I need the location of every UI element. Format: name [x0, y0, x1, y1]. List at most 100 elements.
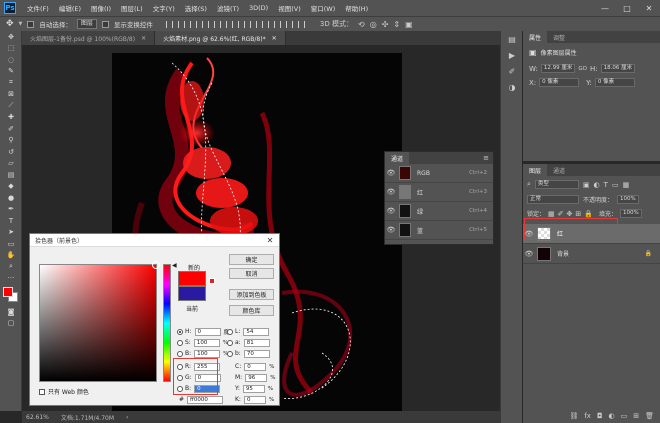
- menu-select[interactable]: 选择(S): [180, 3, 212, 13]
- height-input[interactable]: 18.06 厘米: [600, 64, 636, 73]
- add-to-swatches-button[interactable]: 添加到色板: [229, 289, 274, 300]
- distribute-bottom-icon[interactable]: [261, 20, 269, 28]
- x-input[interactable]: 0 像素: [539, 78, 580, 87]
- visibility-eye-icon[interactable]: 👁: [523, 250, 535, 258]
- hue-slider[interactable]: [163, 264, 171, 382]
- channels-panel-title[interactable]: 通道: [385, 152, 410, 164]
- delete-layer-icon[interactable]: 🗑: [645, 412, 654, 420]
- brush-tool-icon[interactable]: ✐: [0, 123, 22, 135]
- channel-row-blue[interactable]: 👁 蓝 Ctrl+5: [385, 221, 493, 240]
- layer-style-icon[interactable]: fx: [584, 412, 591, 420]
- tab-layers[interactable]: 图层: [523, 164, 548, 176]
- color-field-marker-icon[interactable]: [152, 261, 160, 269]
- dialog-close-icon[interactable]: ✕: [261, 234, 279, 246]
- hue-input[interactable]: 0: [194, 327, 221, 336]
- saturation-radio[interactable]: [177, 339, 183, 346]
- menu-view[interactable]: 视图(V): [273, 3, 306, 13]
- current-color-swatch[interactable]: [178, 286, 206, 301]
- status-arrow-icon[interactable]: ›: [126, 414, 128, 421]
- layer-kind-filter[interactable]: 类型: [534, 180, 579, 189]
- maximize-button[interactable]: □: [616, 0, 638, 16]
- tab-document-2[interactable]: 火焰素材.png @ 62.6%(红, RGB/8)* ✕: [155, 31, 286, 45]
- tab-document-1[interactable]: 火焰图层-1备份.psd @ 100%(RGB/8) ✕: [22, 31, 156, 45]
- saturation-input[interactable]: 100: [193, 338, 220, 347]
- new-layer-icon[interactable]: ⊞: [633, 412, 639, 420]
- foreground-background-swatches[interactable]: [0, 284, 22, 306]
- history-panel-icon[interactable]: ▤: [501, 31, 523, 47]
- adjustment-layer-icon[interactable]: ◐: [609, 412, 615, 420]
- add-mask-icon[interactable]: ◘: [597, 412, 603, 420]
- more-tools-icon[interactable]: ···: [0, 273, 22, 285]
- 3d-scale-icon[interactable]: ▣: [405, 20, 413, 29]
- link-dimensions-icon[interactable]: GO: [578, 66, 587, 72]
- history-brush-tool-icon[interactable]: ↺: [0, 146, 22, 158]
- color-libraries-button[interactable]: 颜色库: [229, 305, 274, 316]
- gradient-tool-icon[interactable]: ▤: [0, 169, 22, 181]
- close-button[interactable]: ✕: [638, 0, 660, 16]
- show-transform-checkbox[interactable]: [101, 20, 109, 28]
- type-tool-icon[interactable]: T: [0, 215, 22, 227]
- auto-select-dropdown[interactable]: 图层: [76, 19, 97, 29]
- tab-channels[interactable]: 通道: [547, 164, 571, 176]
- menu-image[interactable]: 图像(I): [86, 3, 116, 13]
- pen-tool-icon[interactable]: ✒: [0, 204, 22, 216]
- cyan-input[interactable]: 0: [244, 362, 267, 371]
- filter-shape-icon[interactable]: ▭: [612, 181, 619, 189]
- channel-row-green[interactable]: 👁 绿 Ctrl+4: [385, 202, 493, 221]
- lab-a-input[interactable]: 81: [243, 338, 270, 347]
- hex-input[interactable]: ff0000: [187, 395, 224, 404]
- black-input[interactable]: 0: [243, 395, 266, 404]
- channel-row-red[interactable]: 👁 红 Ctrl+3: [385, 183, 493, 202]
- tab-close-icon[interactable]: ✕: [272, 35, 277, 42]
- menu-edit[interactable]: 编辑(E): [54, 3, 86, 13]
- fill-input[interactable]: 100%: [620, 209, 642, 218]
- distribute-left-icon[interactable]: [273, 20, 281, 28]
- zoom-level[interactable]: 62.61%: [26, 414, 49, 421]
- menu-3d[interactable]: 3D(D): [244, 4, 273, 12]
- filter-smart-icon[interactable]: ▦: [623, 181, 630, 189]
- shape-tool-icon[interactable]: ▭: [0, 238, 22, 250]
- link-layers-icon[interactable]: ⛓: [569, 412, 578, 420]
- dialog-titlebar[interactable]: 拾色器（前景色） ✕: [30, 234, 279, 247]
- channel-row-rgb[interactable]: 👁 RGB Ctrl+2: [385, 164, 493, 183]
- visibility-eye-icon[interactable]: 👁: [385, 169, 397, 177]
- zoom-tool-icon[interactable]: ⌕: [0, 261, 22, 273]
- distribute-center-icon[interactable]: [285, 20, 293, 28]
- visibility-eye-icon[interactable]: 👁: [385, 188, 397, 196]
- y-input[interactable]: 0 像素: [594, 78, 635, 87]
- quick-mask-icon[interactable]: ◙: [0, 306, 22, 318]
- lab-b-radio[interactable]: [227, 350, 233, 357]
- menu-type[interactable]: 文字(Y): [148, 3, 180, 13]
- hand-tool-icon[interactable]: ✋: [0, 250, 22, 262]
- gamut-warning-icon[interactable]: [209, 278, 215, 284]
- align-top-icon[interactable]: [201, 20, 209, 28]
- crop-tool-icon[interactable]: ⌗: [0, 77, 22, 89]
- 3d-rotate-icon[interactable]: ⟲: [358, 20, 365, 29]
- clone-stamp-tool-icon[interactable]: ⚲: [0, 135, 22, 147]
- lock-artboard-icon[interactable]: ⊞: [575, 210, 581, 218]
- filter-pixel-icon[interactable]: ▣: [583, 181, 590, 189]
- frame-tool-icon[interactable]: ⊠: [0, 89, 22, 101]
- lab-a-radio[interactable]: [227, 339, 233, 346]
- healing-brush-tool-icon[interactable]: ✚: [0, 112, 22, 124]
- lock-all-icon[interactable]: 🔒: [584, 210, 593, 218]
- tool-preset-chevron-icon[interactable]: ▼: [19, 21, 23, 27]
- menu-window[interactable]: 窗口(W): [306, 3, 341, 13]
- screen-mode-icon[interactable]: ▢: [0, 318, 22, 330]
- filter-adjust-icon[interactable]: ◐: [594, 181, 600, 189]
- tab-close-icon[interactable]: ✕: [141, 35, 146, 42]
- lock-transparent-icon[interactable]: ▦: [548, 210, 555, 218]
- auto-select-checkbox[interactable]: [27, 20, 35, 28]
- align-bottom-icon[interactable]: [225, 20, 233, 28]
- 3d-slide-icon[interactable]: ⇕: [393, 20, 400, 29]
- color-panel-icon[interactable]: ◑: [501, 79, 523, 95]
- filter-type-icon[interactable]: T: [604, 181, 608, 189]
- tab-properties[interactable]: 属性: [523, 31, 548, 43]
- magenta-input[interactable]: 96: [245, 373, 268, 382]
- menu-filter[interactable]: 滤镜(T): [212, 3, 244, 13]
- tab-adjustments[interactable]: 调整: [547, 31, 571, 43]
- actions-panel-icon[interactable]: ▶: [501, 47, 523, 63]
- brightness-input[interactable]: 100: [194, 349, 221, 358]
- foreground-color-swatch[interactable]: [3, 287, 13, 297]
- panel-menu-icon[interactable]: ≡: [483, 154, 489, 162]
